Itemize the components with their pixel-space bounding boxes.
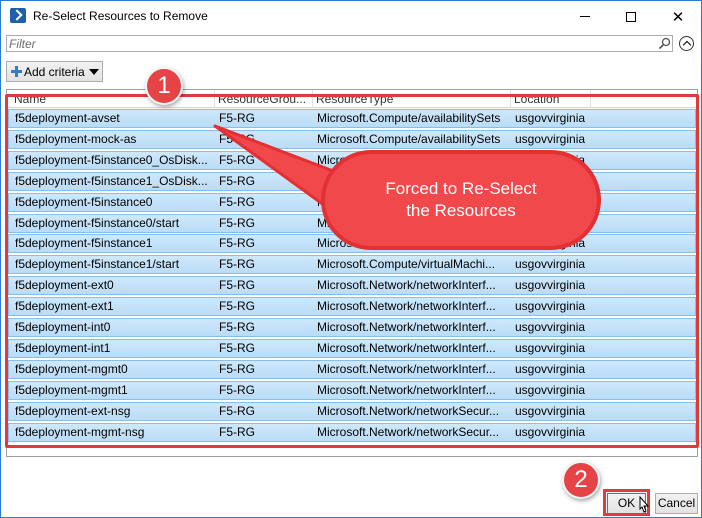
cell-location: usgovvirginia bbox=[515, 299, 586, 314]
add-criteria-label: Add criteria bbox=[24, 65, 85, 79]
close-icon: ✕ bbox=[671, 8, 685, 26]
column-header-resource-type[interactable]: ResourceType bbox=[313, 90, 511, 108]
cell-name: f5deployment-ext1 bbox=[15, 299, 114, 314]
cell-resource-type: Microsoft.Network/networkInterf... bbox=[317, 382, 496, 397]
cell-name: f5deployment-mgmt0 bbox=[15, 361, 128, 376]
powershell-icon bbox=[10, 8, 26, 23]
cell-name: f5deployment-f5instance0 bbox=[15, 194, 153, 209]
table-row[interactable]: f5deployment-mgmt0 F5-RG Microsoft.Network… bbox=[8, 359, 696, 379]
cell-name: f5deployment-mgmt1 bbox=[15, 382, 128, 397]
table-row[interactable]: f5deployment-mgmt-nsg F5-RG Microsoft.Netw… bbox=[8, 422, 696, 442]
cell-resource-type: Microsoft.Network/networkInterf... bbox=[317, 320, 496, 334]
cell-resource-type: Microsoft.Network/networkInterf... bbox=[317, 340, 496, 355]
cell-location: usgovvirginia bbox=[515, 111, 586, 125]
cell-location: usgovvirginia bbox=[515, 361, 586, 376]
step-badge-2: 2 bbox=[562, 461, 600, 499]
cell-resource-type: Microsoft.Network/networkSecur... bbox=[317, 424, 500, 439]
callout-line-1: Forced to Re-Select bbox=[385, 179, 537, 198]
table-row[interactable]: f5deployment-ext1 F5-RG Microsoft.Network/… bbox=[8, 297, 696, 317]
cell-resource-type: Microsoft.Compute/availabilitySets bbox=[317, 111, 501, 125]
maximize-icon bbox=[626, 11, 636, 22]
cell-location: usgovvirginia bbox=[515, 320, 586, 334]
cell-location: usgovvirginia bbox=[515, 382, 586, 397]
cell-resource-group: F5-RG bbox=[219, 361, 255, 376]
plus-icon bbox=[11, 66, 22, 77]
cell-resource-group: F5-RG bbox=[219, 152, 255, 167]
resource-grid: Name ResourceGrou... ResourceType Locati… bbox=[6, 89, 698, 457]
table-row[interactable]: f5deployment-mgmt1 F5-RG Microsoft.Network… bbox=[8, 380, 696, 400]
filter-field bbox=[6, 35, 673, 52]
add-criteria-button[interactable]: Add criteria bbox=[6, 61, 103, 82]
maximize-button[interactable] bbox=[608, 1, 654, 32]
filter-input[interactable] bbox=[9, 36, 649, 51]
table-row[interactable]: f5deployment-int1 F5-RG Microsoft.Network/… bbox=[8, 338, 696, 358]
table-row[interactable]: f5deployment-mock-as F5-RG Microsoft.Compu… bbox=[8, 129, 696, 149]
cell-name: f5deployment-avset bbox=[15, 111, 120, 125]
cell-location: usgovvirginia bbox=[515, 131, 586, 146]
cell-resource-group: F5-RG bbox=[219, 257, 255, 272]
minimize-button[interactable] bbox=[562, 1, 608, 32]
cell-name: f5deployment-ext-nsg bbox=[15, 403, 131, 418]
cell-resource-group: F5-RG bbox=[219, 382, 255, 397]
column-header-resource-group[interactable]: ResourceGrou... bbox=[215, 90, 313, 108]
table-row[interactable]: f5deployment-ext0 F5-RG Microsoft.Network/… bbox=[8, 276, 696, 296]
window-title: Re-Select Resources to Remove bbox=[33, 9, 208, 23]
cell-name: f5deployment-mgmt-nsg bbox=[15, 424, 145, 439]
cell-resource-group: F5-RG bbox=[219, 403, 255, 418]
cell-resource-type: Microsoft.Network/networkInterf... bbox=[317, 361, 496, 376]
cell-name: f5deployment-int0 bbox=[15, 320, 111, 334]
cell-name: f5deployment-f5instance1_OsDisk... bbox=[15, 173, 208, 188]
cell-location: usgovvirginia bbox=[515, 403, 586, 418]
table-row[interactable]: f5deployment-f5instance1/start F5-RG Micro… bbox=[8, 255, 696, 275]
cell-resource-group: F5-RG bbox=[219, 173, 255, 188]
grid-header: Name ResourceGrou... ResourceType Locati… bbox=[7, 90, 697, 108]
cell-name: f5deployment-ext0 bbox=[15, 278, 114, 293]
table-row[interactable]: f5deployment-int0 F5-RG Microsoft.Network/… bbox=[8, 318, 696, 337]
cell-resource-group: F5-RG bbox=[219, 194, 255, 209]
dropdown-arrow-icon bbox=[89, 69, 99, 75]
callout-line-2: the Resources bbox=[406, 201, 516, 220]
column-header-location[interactable]: Location bbox=[511, 90, 591, 108]
cell-name: f5deployment-f5instance0/start bbox=[15, 215, 180, 230]
cell-resource-group: F5-RG bbox=[219, 424, 255, 439]
cell-resource-type: Microsoft.Network/networkInterf... bbox=[317, 278, 496, 293]
column-header-name[interactable]: Name bbox=[11, 90, 215, 108]
search-icon[interactable] bbox=[658, 37, 671, 50]
mouse-cursor-icon bbox=[639, 495, 650, 513]
cell-resource-type: Microsoft.Network/networkInterf... bbox=[317, 299, 496, 314]
cell-resource-group: F5-RG bbox=[219, 215, 255, 230]
cell-resource-type: Microsoft.Network/networkSecur... bbox=[317, 403, 500, 418]
cell-name: f5deployment-f5instance1 bbox=[15, 236, 153, 251]
callout-bubble: Forced to Re-Select the Resources bbox=[321, 150, 601, 250]
cell-location: usgovvirginia bbox=[515, 424, 586, 439]
step-badge-1: 1 bbox=[145, 67, 183, 105]
cell-resource-group: F5-RG bbox=[219, 111, 255, 125]
close-button[interactable]: ✕ bbox=[655, 1, 701, 32]
cell-resource-type: Microsoft.Compute/availabilitySets bbox=[317, 131, 501, 146]
cell-name: f5deployment-int1 bbox=[15, 340, 111, 355]
cancel-button[interactable]: Cancel bbox=[655, 493, 698, 514]
cell-resource-group: F5-RG bbox=[219, 320, 255, 334]
cell-resource-type: Microsoft.Compute/virtualMachi... bbox=[317, 257, 496, 272]
cell-name: f5deployment-f5instance0_OsDisk... bbox=[15, 152, 208, 167]
minimize-icon bbox=[580, 16, 590, 17]
table-row[interactable]: f5deployment-ext-nsg F5-RG Microsoft.Netwo… bbox=[8, 401, 696, 421]
cell-location: usgovvirginia bbox=[515, 278, 586, 293]
collapse-filter-button[interactable] bbox=[679, 36, 694, 51]
cell-resource-group: F5-RG bbox=[219, 278, 255, 293]
title-bar: Re-Select Resources to Remove ✕ bbox=[1, 1, 701, 32]
cell-location: usgovvirginia bbox=[515, 257, 586, 272]
cell-resource-group: F5-RG bbox=[219, 340, 255, 355]
cell-name: f5deployment-mock-as bbox=[15, 131, 137, 146]
cell-resource-group: F5-RG bbox=[219, 299, 255, 314]
dialog-window: Re-Select Resources to Remove ✕ Add crit… bbox=[0, 0, 702, 518]
table-row[interactable]: f5deployment-avset F5-RG Microsoft.Compute… bbox=[8, 109, 696, 128]
cell-location: usgovvirginia bbox=[515, 340, 586, 355]
cell-resource-group: F5-RG bbox=[219, 131, 255, 146]
cell-name: f5deployment-f5instance1/start bbox=[15, 257, 180, 272]
cell-resource-group: F5-RG bbox=[219, 236, 255, 251]
